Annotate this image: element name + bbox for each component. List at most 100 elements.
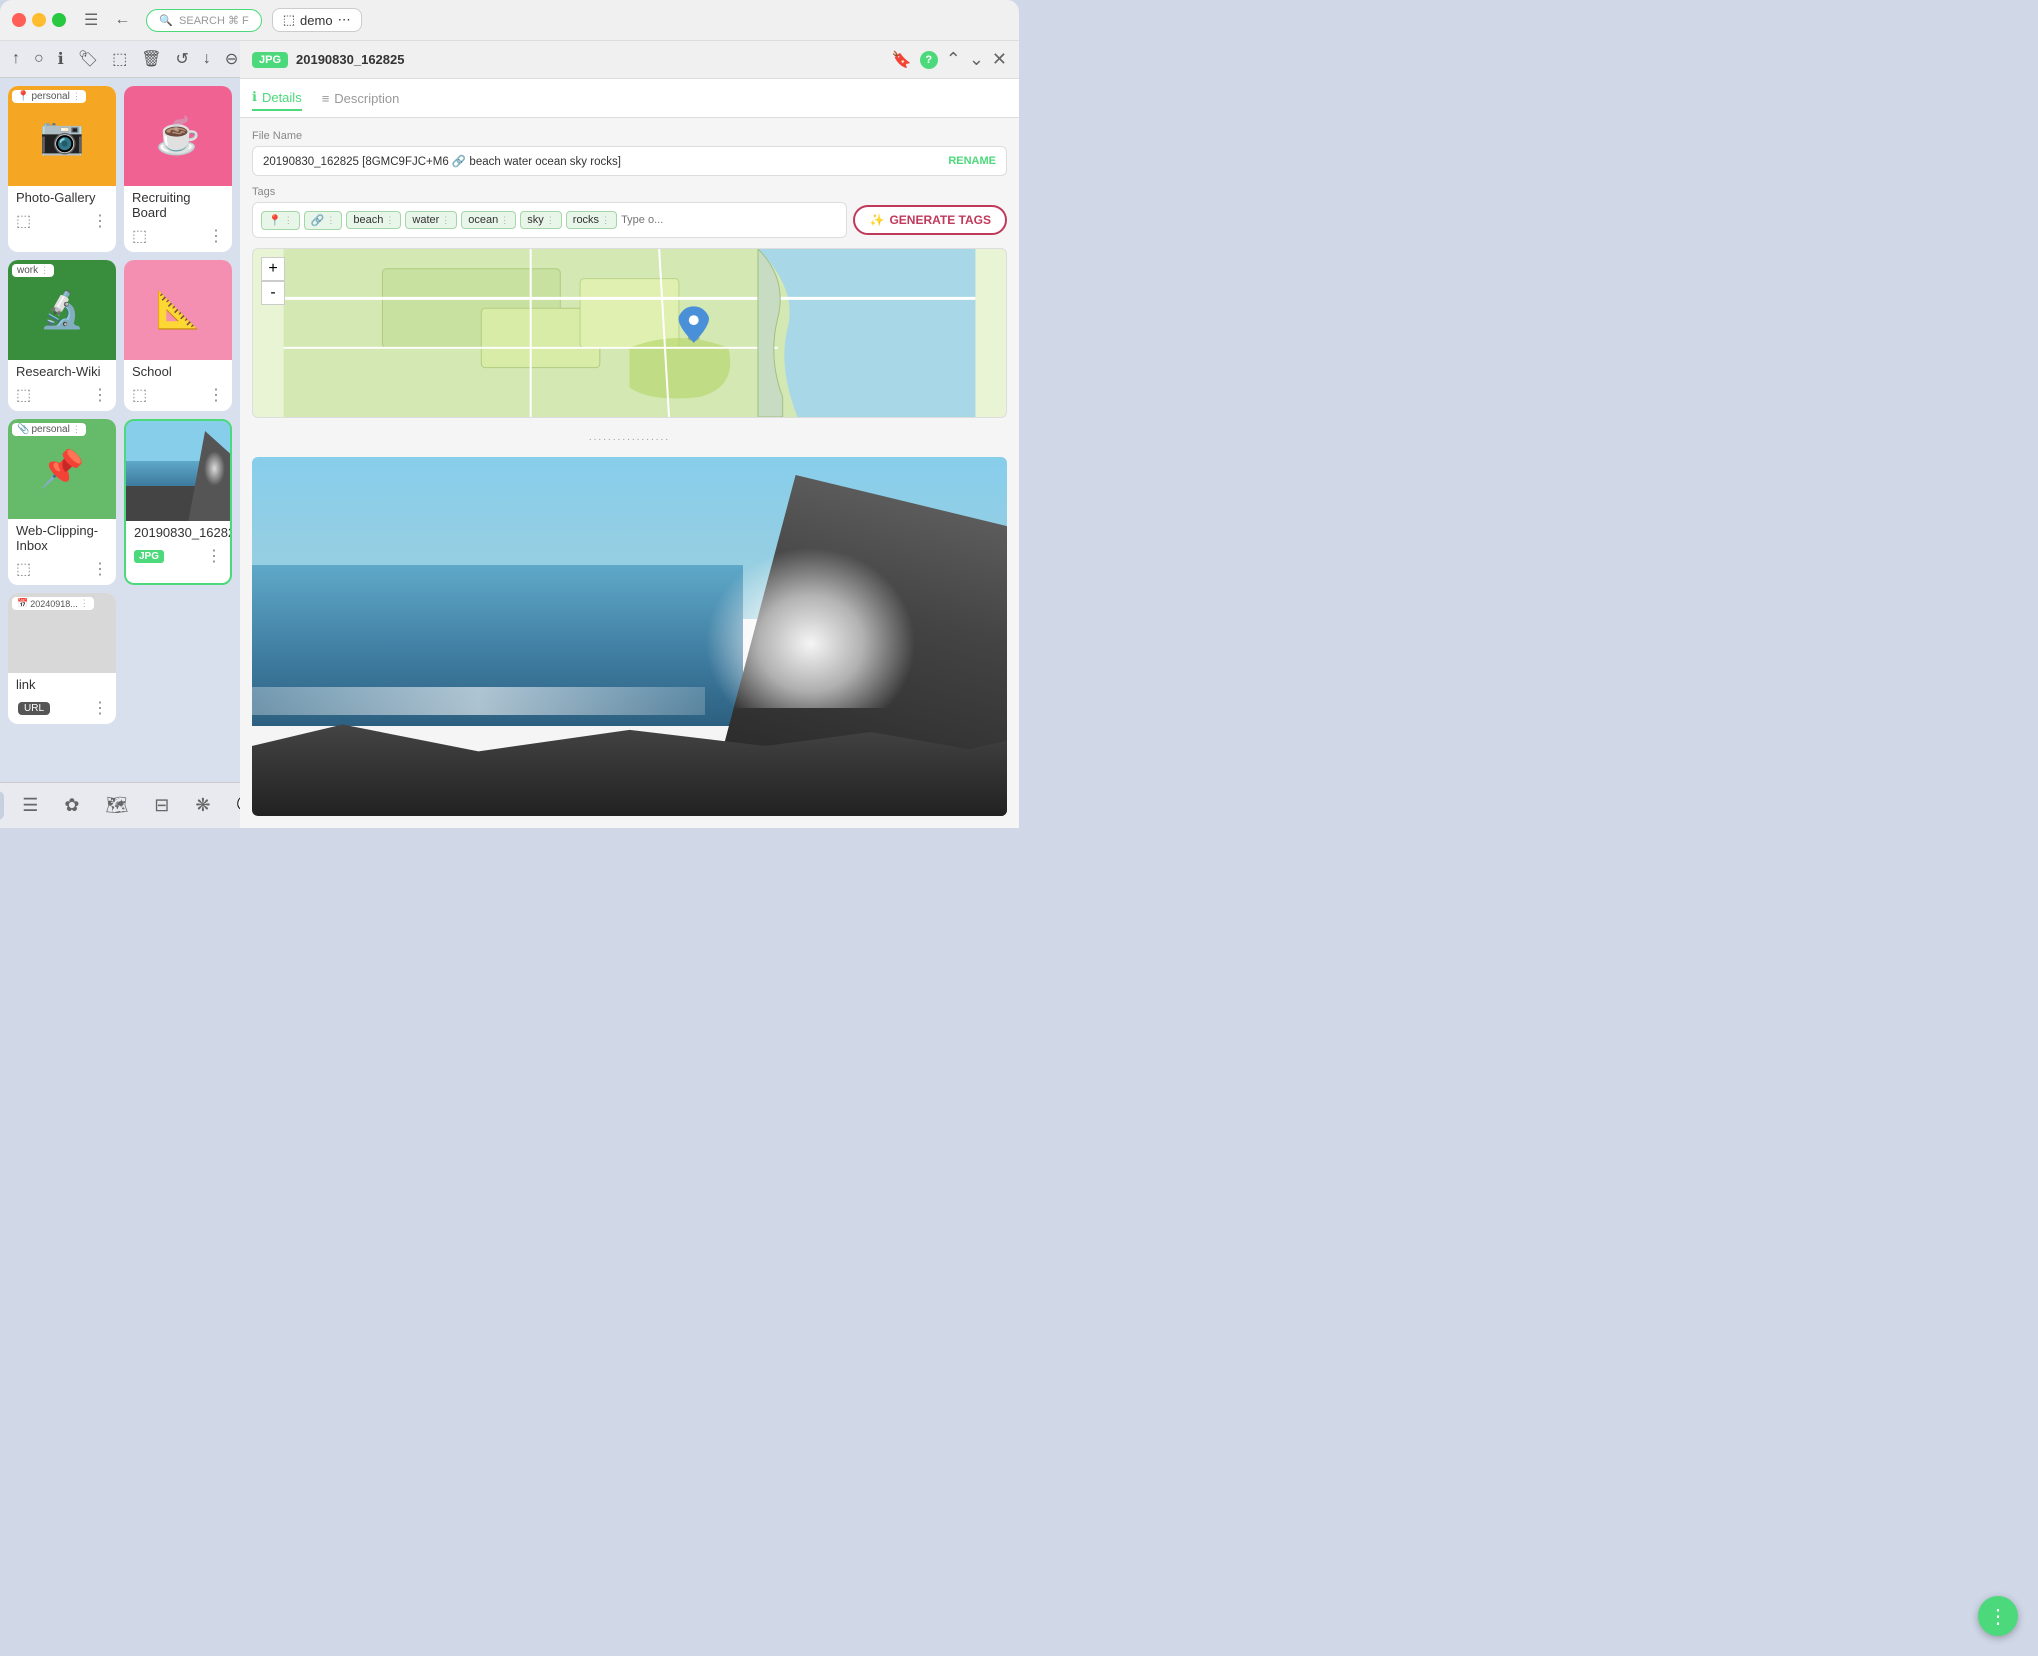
delete-icon[interactable]: 🗑: [141, 49, 161, 69]
details-tab-icon: ℹ: [252, 89, 257, 105]
download-icon[interactable]: ↓: [203, 50, 211, 68]
map-zoom-in[interactable]: +: [261, 257, 285, 281]
card-menu-webclip[interactable]: ⋮: [92, 559, 108, 579]
file-name-section: File Name 20190830_162825 [8GMC9FJC+M6 🔗…: [252, 130, 1007, 176]
folder-icon-4: ⬚: [132, 385, 147, 405]
rename-button[interactable]: RENAME: [948, 155, 996, 167]
table-view-button[interactable]: ⊟: [146, 791, 177, 820]
map-dots: .................: [252, 428, 1007, 447]
filename-value: 20190830_162825 [8GMC9FJC+M6 🔗 beach wat…: [263, 154, 948, 168]
tag-link-detail[interactable]: 🔗 ⋮: [304, 211, 343, 230]
main-layout: ↑ ○ ℹ 🏷 ⬚ 🗑 ↺ ↓ ⊖ 📍personal⋮ 📷 Photo-: [0, 41, 1019, 828]
minimize-traffic-light[interactable]: [32, 13, 46, 27]
circle-icon[interactable]: ○: [34, 50, 44, 68]
map-zoom-out[interactable]: -: [261, 281, 285, 305]
tab-details[interactable]: ℹ Details: [252, 85, 302, 111]
demo-icon: ⬚: [283, 12, 295, 28]
card-title-recruiting-board: Recruiting Board: [132, 190, 224, 220]
personal-badge: 📍personal⋮: [12, 90, 86, 103]
tag-pin-detail[interactable]: 📍 ⋮: [261, 211, 300, 230]
tags-row: 📍 ⋮ 🔗 ⋮ beach ⋮ water ⋮ ocean ⋮ sky ⋮ ro…: [252, 202, 847, 238]
card-research-wiki[interactable]: work⋮ 🔬 Research-Wiki ⬚ ⋮: [8, 260, 116, 411]
bottom-toolbar: ⊞ ☰ ✿ 🗺 ⊟ ❋ 💬: [0, 782, 240, 828]
filename-header: 20190830_162825: [296, 52, 884, 67]
work-badge: work⋮: [12, 264, 54, 277]
tag-ocean-detail[interactable]: ocean ⋮: [461, 211, 516, 229]
tags-input[interactable]: [621, 214, 763, 226]
map-zoom-controls: + -: [261, 257, 285, 305]
flower-view-button[interactable]: ✿: [56, 791, 87, 820]
map-svg: [253, 249, 1006, 417]
tag-sky-detail[interactable]: sky ⋮: [520, 211, 562, 229]
tag-beach-detail[interactable]: beach ⋮: [346, 211, 401, 229]
help-badge: ?: [920, 51, 938, 69]
maximize-traffic-light[interactable]: [52, 13, 66, 27]
copy-icon[interactable]: ⬚: [112, 49, 127, 69]
info-icon[interactable]: ℹ: [58, 49, 64, 69]
description-tab-icon: ≡: [322, 91, 330, 106]
card-web-clipping[interactable]: 📎personal⋮ 📌 Web-Clipping-Inbox ⬚ ⋮: [8, 419, 116, 585]
map-view-button[interactable]: 🗺: [97, 791, 136, 820]
details-area: File Name 20190830_162825 [8GMC9FJC+M6 🔗…: [240, 118, 1019, 828]
right-panel: JPG 20190830_162825 🔖 ? ⌃ ⌄ ✕ ℹ Details …: [240, 41, 1019, 828]
card-menu-photo-gallery[interactable]: ⋮: [92, 211, 108, 231]
jpg-badge-card: JPG: [134, 550, 164, 563]
search-label: SEARCH ⌘ F: [179, 14, 249, 27]
card-school[interactable]: 📐 School ⬚ ⋮: [124, 260, 232, 411]
tab-description[interactable]: ≡ Description: [322, 87, 400, 110]
card-photo-gallery[interactable]: 📍personal⋮ 📷 Photo-Gallery ⬚ ⋮: [8, 86, 116, 252]
card-menu-beach[interactable]: ⋮: [206, 546, 222, 566]
card-menu-research[interactable]: ⋮: [92, 385, 108, 405]
search-icon: 🔍: [159, 14, 173, 27]
card-thumb-webclip: 📎personal⋮ 📌: [8, 419, 116, 519]
card-title-beach: 20190830_162825: [134, 525, 232, 540]
tag-water-detail[interactable]: water ⋮: [405, 211, 457, 229]
card-beach-photo[interactable]: 📍 ⋮ 🔗 ⋮ beach ⋮ water ⋮ ocean ⋮ sky ⋮ ro…: [124, 419, 232, 585]
chevron-up-button[interactable]: ⌃: [946, 49, 961, 70]
folder-icon-3: ⬚: [16, 385, 31, 405]
nav-back-button[interactable]: ←: [108, 9, 136, 31]
card-title-photo-gallery: Photo-Gallery: [16, 190, 95, 205]
card-thumb-school: 📐: [124, 260, 232, 360]
menu-icon[interactable]: ☰: [84, 10, 98, 30]
folder-icon-2: ⬚: [132, 226, 147, 246]
close-traffic-light[interactable]: [12, 13, 26, 27]
search-bar[interactable]: 🔍 SEARCH ⌘ F: [146, 9, 261, 32]
bookmark-icon[interactable]: 🔖: [892, 50, 912, 70]
refresh-icon[interactable]: ↺: [176, 49, 189, 69]
grid-view-button[interactable]: ⊞: [0, 791, 4, 820]
demo-badge[interactable]: ⬚ demo ⋯: [272, 8, 362, 32]
chevron-down-button[interactable]: ⌄: [969, 49, 984, 70]
close-panel-button[interactable]: ✕: [992, 49, 1007, 70]
traffic-lights: [12, 13, 66, 27]
card-menu-recruiting[interactable]: ⋮: [208, 226, 224, 246]
upload-icon[interactable]: ↑: [12, 50, 20, 68]
generate-tags-icon: ✨: [869, 213, 884, 227]
tag-icon[interactable]: 🏷: [78, 49, 98, 69]
format-badge: JPG: [252, 52, 288, 68]
card-thumb-beach: 📍 ⋮ 🔗 ⋮ beach ⋮ water ⋮ ocean ⋮ sky ⋮ ro…: [126, 421, 230, 521]
tabs-row: ℹ Details ≡ Description: [240, 79, 1019, 118]
list-view-button[interactable]: ☰: [14, 791, 46, 820]
tags-section: Tags 📍 ⋮ 🔗 ⋮ beach ⋮ water ⋮ ocean ⋮ sky…: [252, 186, 1007, 238]
tag-rocks-detail[interactable]: rocks ⋮: [566, 211, 617, 229]
card-title-webclip: Web-Clipping-Inbox: [16, 523, 108, 553]
titlebar: ☰ ← 🔍 SEARCH ⌘ F ⬚ demo ⋯: [0, 0, 1019, 41]
folder-icon-5: ⬚: [16, 559, 31, 579]
card-title-school: School: [132, 364, 172, 379]
card-recruiting-board[interactable]: ☕ Recruiting Board ⬚ ⋮: [124, 86, 232, 252]
url-badge: URL: [18, 702, 50, 715]
card-menu-link[interactable]: ⋮: [92, 698, 108, 718]
card-menu-school[interactable]: ⋮: [208, 385, 224, 405]
demo-label: demo: [300, 13, 333, 28]
left-panel: ↑ ○ ℹ 🏷 ⬚ 🗑 ↺ ↓ ⊖ 📍personal⋮ 📷 Photo-: [0, 41, 240, 828]
date-badge: 📅20240918...⋮: [12, 597, 94, 610]
map-container[interactable]: + -: [252, 248, 1007, 418]
network-view-button[interactable]: ❋: [187, 791, 218, 820]
card-thumb-research: work⋮ 🔬: [8, 260, 116, 360]
minus-icon[interactable]: ⊖: [225, 49, 238, 69]
card-link[interactable]: 📅20240918...⋮ link URL ⋮: [8, 593, 116, 724]
filename-field[interactable]: 20190830_162825 [8GMC9FJC+M6 🔗 beach wat…: [252, 146, 1007, 176]
generate-tags-button[interactable]: ✨ GENERATE TAGS: [853, 205, 1007, 235]
tags-label: Tags: [252, 186, 1007, 198]
